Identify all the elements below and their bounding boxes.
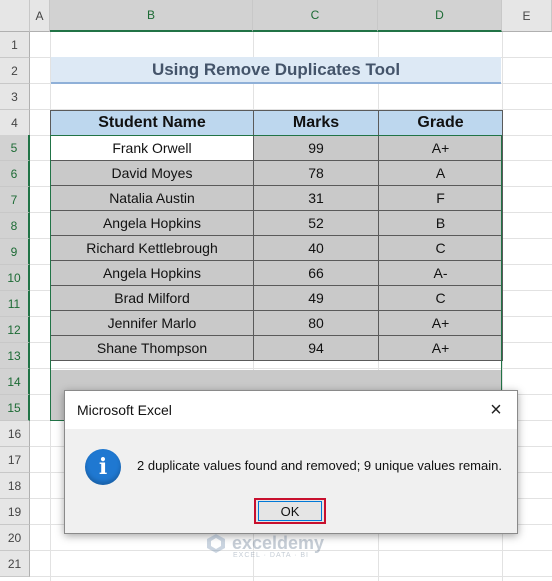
column-header-a[interactable]: A (30, 0, 50, 32)
row-header-18[interactable]: 18 (0, 473, 30, 499)
column-header-c[interactable]: C (253, 0, 378, 32)
header-marks[interactable]: Marks (253, 110, 379, 136)
row-header-10[interactable]: 10 (0, 265, 30, 291)
exceldemy-logo-icon (207, 534, 225, 553)
watermark-name: exceldemy (232, 532, 325, 553)
info-icon: i (85, 449, 121, 485)
row-header-13[interactable]: 13 (0, 343, 30, 369)
row-header-9[interactable]: 9 (0, 239, 30, 265)
header-grade[interactable]: Grade (378, 110, 503, 136)
selection-range (50, 135, 502, 421)
row-header-14[interactable]: 14 (0, 369, 30, 395)
close-icon[interactable]: × (485, 399, 507, 421)
row-header-7[interactable]: 7 (0, 187, 30, 213)
row-header-12[interactable]: 12 (0, 317, 30, 343)
row-header-4[interactable]: 4 (0, 110, 30, 136)
row-header-2[interactable]: 2 (0, 58, 30, 84)
row-header-21[interactable]: 21 (0, 551, 30, 577)
row-header-3[interactable]: 3 (0, 84, 30, 110)
row-header-8[interactable]: 8 (0, 213, 30, 239)
watermark: exceldemy EXCEL · DATA · BI (205, 532, 325, 559)
column-header-b[interactable]: B (50, 0, 253, 32)
column-header-d[interactable]: D (378, 0, 502, 32)
dialog-titlebar[interactable]: Microsoft Excel × (65, 391, 517, 429)
row-header-15[interactable]: 15 (0, 395, 30, 421)
dialog-title: Microsoft Excel (77, 402, 172, 418)
row-header-6[interactable]: 6 (0, 161, 30, 187)
row-header-16[interactable]: 16 (0, 421, 30, 447)
message-dialog: Microsoft Excel × i 2 duplicate values f… (64, 390, 518, 534)
header-student-name[interactable]: Student Name (50, 110, 254, 136)
row-header-11[interactable]: 11 (0, 291, 30, 317)
row-header-17[interactable]: 17 (0, 447, 30, 473)
ok-button-label: OK (258, 501, 322, 521)
sheet-title: Using Remove Duplicates Tool (51, 57, 501, 84)
dialog-message: 2 duplicate values found and removed; 9 … (137, 458, 502, 473)
select-all-corner[interactable] (0, 0, 30, 32)
watermark-tagline: EXCEL · DATA · BI (233, 552, 309, 559)
row-header-1[interactable]: 1 (0, 32, 30, 58)
row-header-5[interactable]: 5 (0, 135, 30, 161)
column-header-e[interactable]: E (502, 0, 552, 32)
row-header-20[interactable]: 20 (0, 525, 30, 551)
row-header-19[interactable]: 19 (0, 499, 30, 525)
ok-button[interactable]: OK (254, 498, 326, 524)
